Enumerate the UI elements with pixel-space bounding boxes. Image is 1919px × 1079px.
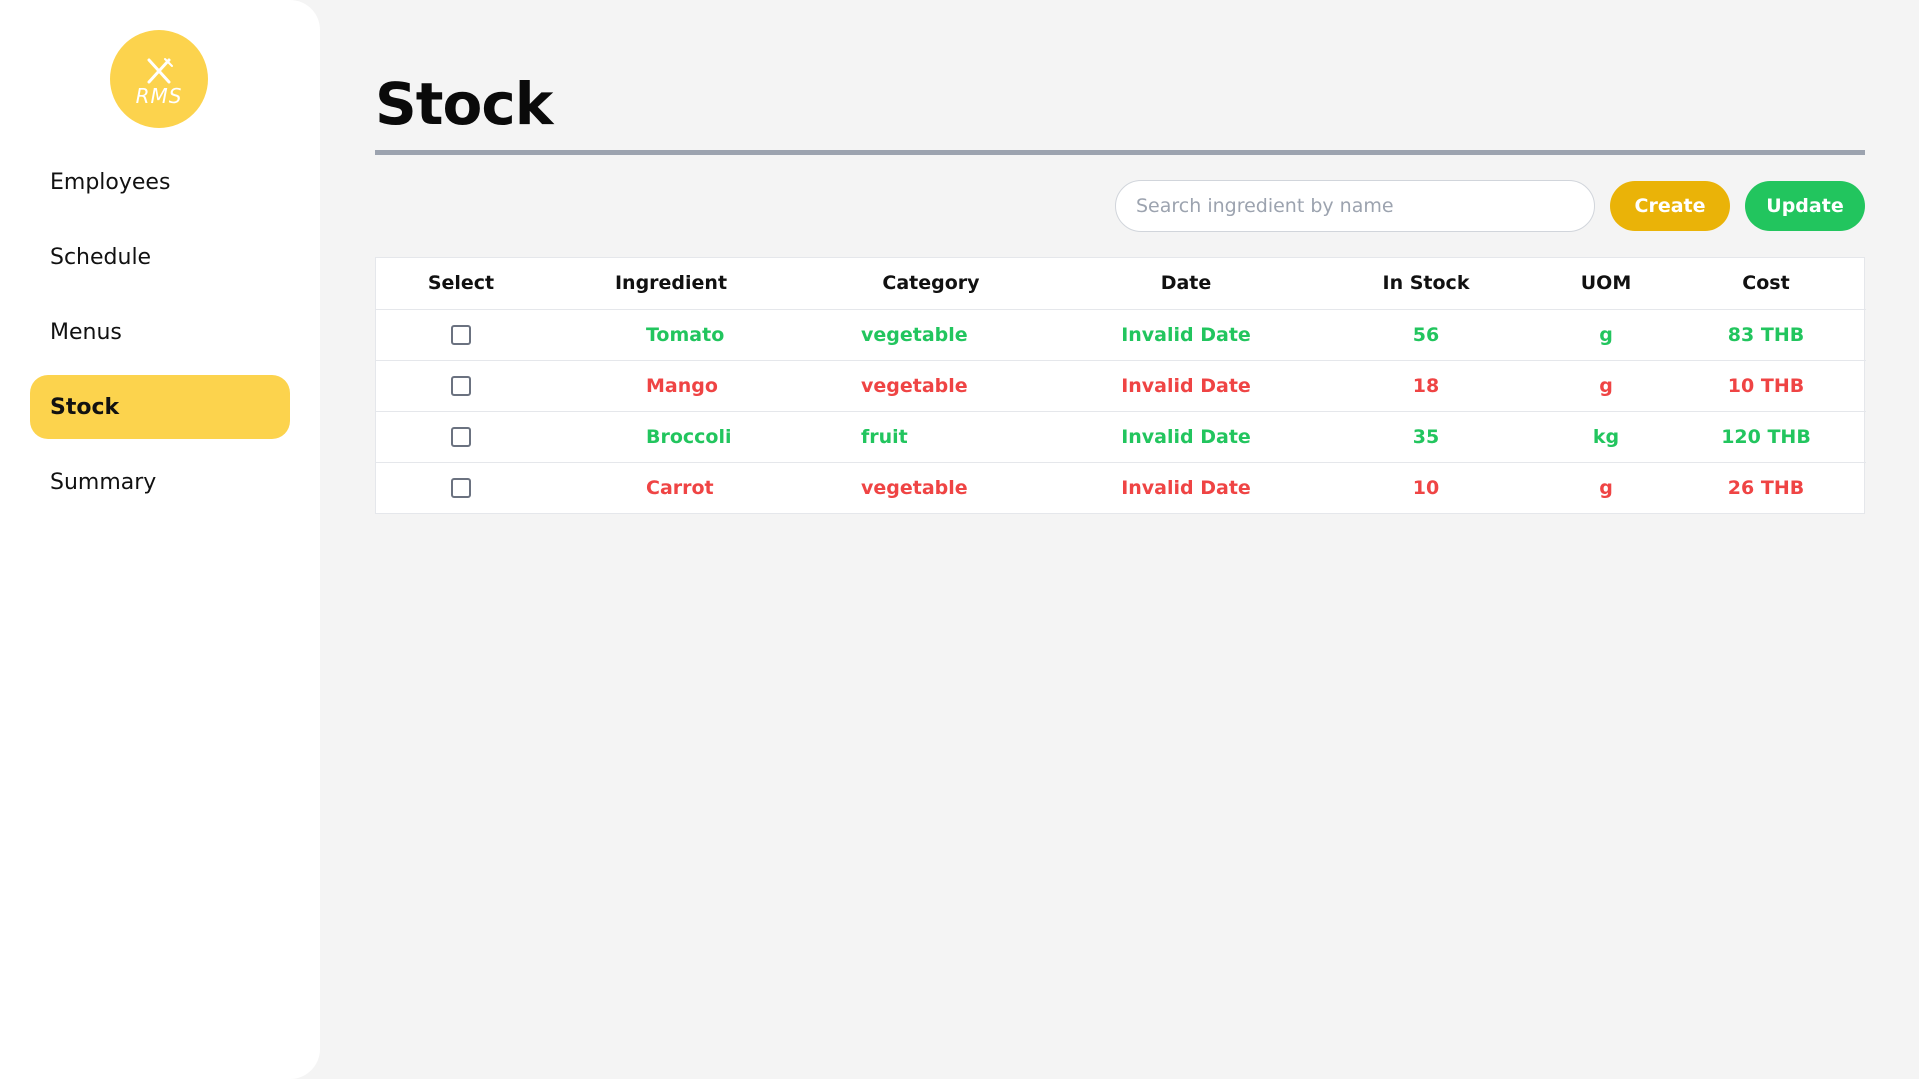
- sidebar-item-stock[interactable]: Stock: [30, 375, 290, 439]
- ingredient-cell: Broccoli: [546, 411, 796, 463]
- search-input[interactable]: [1115, 180, 1595, 232]
- date-cell: Invalid Date: [1066, 309, 1306, 361]
- update-button[interactable]: Update: [1745, 181, 1865, 231]
- select-cell: [376, 360, 546, 412]
- ingredient-cell: Carrot: [646, 476, 714, 499]
- cost-cell: 120 THB: [1666, 411, 1866, 463]
- fork-knife-icon: [147, 58, 173, 84]
- column-header-select: Select: [376, 258, 546, 310]
- category-cell: fruit: [796, 411, 1066, 463]
- sidebar: RMS Employees Schedule Menus Stock Summa…: [0, 0, 320, 1079]
- row-checkbox[interactable]: [451, 478, 471, 499]
- app: RMS Employees Schedule Menus Stock Summa…: [0, 0, 1919, 1079]
- table-header-row: Select Ingredient Category Date In Stock…: [376, 258, 1866, 310]
- row-checkbox[interactable]: [451, 376, 471, 396]
- sidebar-item-label: Stock: [50, 394, 120, 420]
- sidebar-item-label: Menus: [50, 319, 122, 345]
- date-cell: Invalid Date: [1121, 476, 1251, 499]
- cost-cell: 10 THB: [1666, 360, 1866, 412]
- in-stock-cell: 35: [1306, 411, 1546, 463]
- sidebar-nav: Employees Schedule Menus Stock Summary: [30, 150, 290, 525]
- select-cell: [376, 309, 546, 361]
- select-cell: [376, 411, 546, 463]
- row-checkbox[interactable]: [451, 325, 471, 345]
- stock-table: Select Ingredient Category Date In Stock…: [375, 257, 1866, 514]
- sidebar-item-label: Schedule: [50, 244, 152, 270]
- category-cell: vegetable: [796, 309, 1066, 361]
- cost-cell: 26 THB: [1727, 476, 1805, 499]
- sidebar-item-label: Employees: [50, 169, 171, 195]
- uom-cell: g: [1599, 476, 1613, 499]
- page-title: Stock: [375, 70, 553, 138]
- title-divider: [375, 150, 1865, 155]
- create-button[interactable]: Create: [1610, 181, 1730, 231]
- uom-cell: g: [1546, 360, 1666, 412]
- date-cell: Invalid Date: [1066, 411, 1306, 463]
- sidebar-item-summary[interactable]: Summary: [30, 450, 290, 514]
- uom-cell: kg: [1546, 411, 1666, 463]
- ingredient-cell: Tomato: [546, 309, 796, 361]
- in-stock-cell: 56: [1306, 309, 1546, 361]
- date-cell: Invalid Date: [1066, 360, 1306, 412]
- row-checkbox[interactable]: [451, 427, 471, 447]
- table-row: Tomato vegetable Invalid Date 56 g 83 TH…: [376, 309, 1866, 361]
- uom-cell: g: [1546, 309, 1666, 361]
- in-stock-cell: 10: [1412, 476, 1440, 499]
- toolbar: Create Update: [1115, 180, 1865, 232]
- rms-logo[interactable]: RMS: [110, 30, 208, 128]
- column-header-ingredient: Ingredient: [546, 258, 796, 310]
- column-header-category: Category: [796, 258, 1066, 310]
- sidebar-item-schedule[interactable]: Schedule: [30, 225, 290, 289]
- column-header-in-stock: In Stock: [1306, 258, 1546, 310]
- sidebar-item-menus[interactable]: Menus: [30, 300, 290, 364]
- category-cell: vegetable: [796, 360, 1066, 412]
- column-header-date: Date: [1066, 258, 1306, 310]
- category-cell: vegetable: [861, 476, 968, 499]
- ingredient-cell: Mango: [546, 360, 796, 412]
- logo-text: RMS: [135, 84, 183, 108]
- select-cell: [376, 462, 546, 513]
- table-row: Carrot vegetable Invalid Date 10 g 26 TH…: [376, 462, 1866, 513]
- sidebar-item-label: Summary: [50, 469, 157, 495]
- table-row: Broccoli fruit Invalid Date 35 kg 120 TH…: [376, 411, 1866, 463]
- column-header-cost: Cost: [1666, 258, 1866, 310]
- column-header-uom: UOM: [1546, 258, 1666, 310]
- table-row: Mango vegetable Invalid Date 18 g 10 THB: [376, 360, 1866, 412]
- in-stock-cell: 18: [1306, 360, 1546, 412]
- sidebar-item-employees[interactable]: Employees: [30, 150, 290, 214]
- cost-cell: 83 THB: [1666, 309, 1866, 361]
